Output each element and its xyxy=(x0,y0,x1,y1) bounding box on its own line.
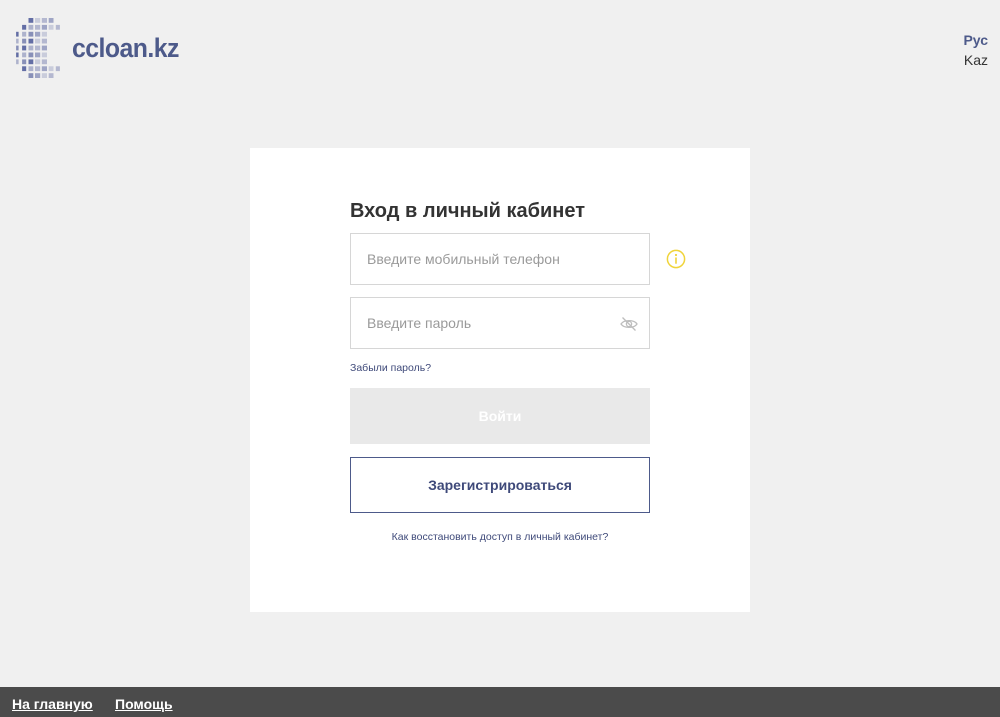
logo-tile xyxy=(35,18,41,23)
logo-tile xyxy=(41,52,47,58)
logo-tile xyxy=(48,24,54,30)
footer: На главную Помощь xyxy=(0,687,1000,717)
logo-tile xyxy=(35,31,41,37)
logo-tile xyxy=(41,24,47,30)
logo-tile xyxy=(28,24,34,30)
logo-tile xyxy=(28,38,34,44)
logo-tile xyxy=(28,31,34,37)
logo-tile xyxy=(22,66,27,72)
footer-home-link[interactable]: На главную xyxy=(12,696,93,712)
restore-access-link[interactable]: Как восстановить доступ в личный кабинет… xyxy=(250,531,750,543)
logo-tile xyxy=(35,73,41,78)
logo-tile xyxy=(41,31,47,37)
password-input[interactable] xyxy=(351,298,649,348)
logo-tile xyxy=(22,31,27,37)
logo-tile xyxy=(28,52,34,58)
logo-tile xyxy=(35,24,41,30)
logo-tile xyxy=(35,52,41,58)
globe-grid-icon xyxy=(16,18,60,78)
info-icon[interactable] xyxy=(666,249,686,269)
logo-tile xyxy=(48,73,54,78)
language-kz[interactable]: Kaz xyxy=(963,50,988,70)
logo-tile xyxy=(16,59,19,65)
logo-tile xyxy=(41,38,47,44)
logo-tile xyxy=(22,38,27,44)
logo-tile xyxy=(28,59,34,65)
login-button[interactable]: Войти xyxy=(350,388,650,444)
page-title: Вход в личный кабинет xyxy=(350,200,585,222)
logo-tile xyxy=(35,59,41,65)
logo-tile xyxy=(41,59,47,65)
password-field xyxy=(350,297,650,349)
logo-tile xyxy=(41,18,47,23)
login-page: ccloan.kz Рус Kaz Вход в личный кабинет … xyxy=(0,0,1000,717)
language-ru[interactable]: Рус xyxy=(963,30,988,50)
logo-tile xyxy=(28,45,34,51)
logo-tile xyxy=(41,66,47,72)
logo-tile xyxy=(35,66,41,72)
phone-input[interactable] xyxy=(351,234,649,284)
logo-tile xyxy=(48,18,54,23)
logo-tile xyxy=(16,52,19,58)
logo-tile xyxy=(28,73,34,78)
logo-tile xyxy=(16,38,19,44)
logo-tile xyxy=(16,31,19,37)
logo-tile xyxy=(41,73,47,78)
logo-tile xyxy=(35,38,41,44)
logo-tile xyxy=(28,18,34,23)
eye-off-icon[interactable] xyxy=(619,314,639,334)
phone-field xyxy=(350,233,650,285)
logo-tile xyxy=(22,52,27,58)
logo-tile xyxy=(55,66,60,72)
logo-tile xyxy=(22,24,27,30)
logo-tile xyxy=(55,24,60,30)
register-button[interactable]: Зарегистрироваться xyxy=(350,457,650,513)
logo-text: ccloan.kz xyxy=(72,32,179,63)
logo-tile xyxy=(48,66,54,72)
language-switcher: Рус Kaz xyxy=(963,30,988,70)
logo-tile xyxy=(16,45,19,51)
logo-tile xyxy=(41,45,47,51)
logo-tile xyxy=(35,45,41,51)
logo-tile xyxy=(28,66,34,72)
logo-tile xyxy=(22,59,27,65)
logo-tile xyxy=(22,45,27,51)
logo[interactable]: ccloan.kz xyxy=(12,16,188,80)
forgot-password-link[interactable]: Забыли пароль? xyxy=(350,362,431,374)
footer-help-link[interactable]: Помощь xyxy=(115,696,173,712)
login-card: Вход в личный кабинет Забыли пароль? Вой… xyxy=(250,148,750,612)
